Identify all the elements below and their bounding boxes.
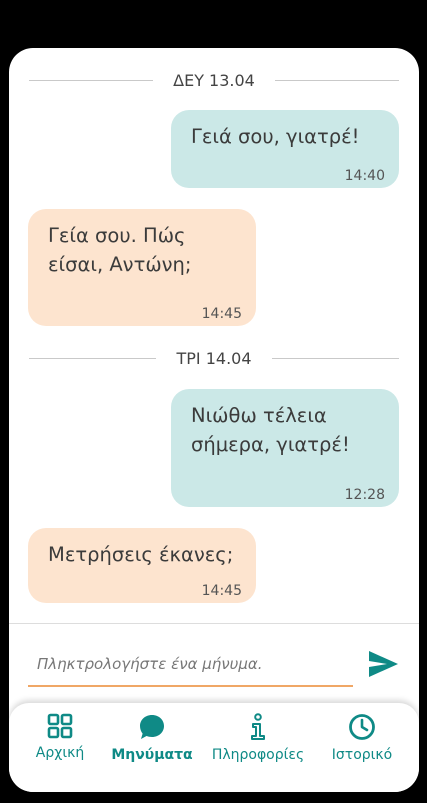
message-text: Μετρήσεις έκανες; — [48, 543, 234, 566]
divider-line — [29, 79, 154, 81]
nav-item-home[interactable]: Αρχική — [10, 713, 110, 783]
nav-label: Μηνύματα — [111, 747, 193, 763]
clock-icon — [349, 714, 375, 740]
date-label: ΔΕΥ 13.04 — [173, 70, 255, 90]
info-icon — [251, 713, 265, 740]
divider-line — [29, 357, 157, 359]
bottom-nav: Αρχική Μηνύματα Πληροφορίες Ιστορικό — [9, 703, 419, 792]
phone-screen: ΔΕΥ 13.04 Γειά σου, γιατρέ! 14:40 Γεία σ… — [9, 48, 419, 792]
message-time: 14:40 — [344, 168, 385, 184]
nav-item-messages[interactable]: Μηνύματα — [102, 713, 202, 783]
message-text: Γεία σου. Πώς είσαι, Αντώνη; — [48, 224, 192, 276]
message-composer — [28, 648, 353, 687]
nav-item-history[interactable]: Ιστορικό — [312, 713, 412, 783]
divider-line — [274, 79, 399, 81]
sent-message: Γειά σου, γιατρέ! 14:40 — [171, 110, 399, 188]
received-message: Μετρήσεις έκανες; 14:45 — [28, 528, 256, 603]
nav-item-info[interactable]: Πληροφορίες — [208, 713, 308, 783]
chat-bubble-icon — [140, 715, 164, 739]
sent-message: Νιώθω τέλεια σήμερα, γιατρέ! 12:28 — [171, 389, 399, 507]
nav-label: Πληροφορίες — [211, 747, 305, 763]
message-text: Νιώθω τέλεια σήμερα, γιατρέ! — [191, 404, 350, 456]
grid-icon — [47, 713, 73, 739]
send-icon — [369, 651, 398, 677]
message-time: 14:45 — [201, 306, 242, 322]
message-input[interactable] — [28, 648, 353, 680]
date-separator: ΔΕΥ 13.04 — [29, 70, 399, 90]
send-button[interactable] — [365, 648, 401, 680]
nav-label: Αρχική — [35, 745, 85, 761]
message-text: Γειά σου, γιατρέ! — [191, 125, 360, 148]
message-time: 14:45 — [201, 583, 242, 599]
nav-label: Ιστορικό — [331, 747, 393, 763]
divider-line — [271, 357, 399, 359]
message-time: 12:28 — [344, 487, 385, 503]
date-label: ΤΡΙ 14.04 — [176, 348, 252, 368]
date-separator: ΤΡΙ 14.04 — [29, 348, 399, 368]
composer-divider — [9, 623, 419, 624]
received-message: Γεία σου. Πώς είσαι, Αντώνη; 14:45 — [28, 209, 256, 326]
